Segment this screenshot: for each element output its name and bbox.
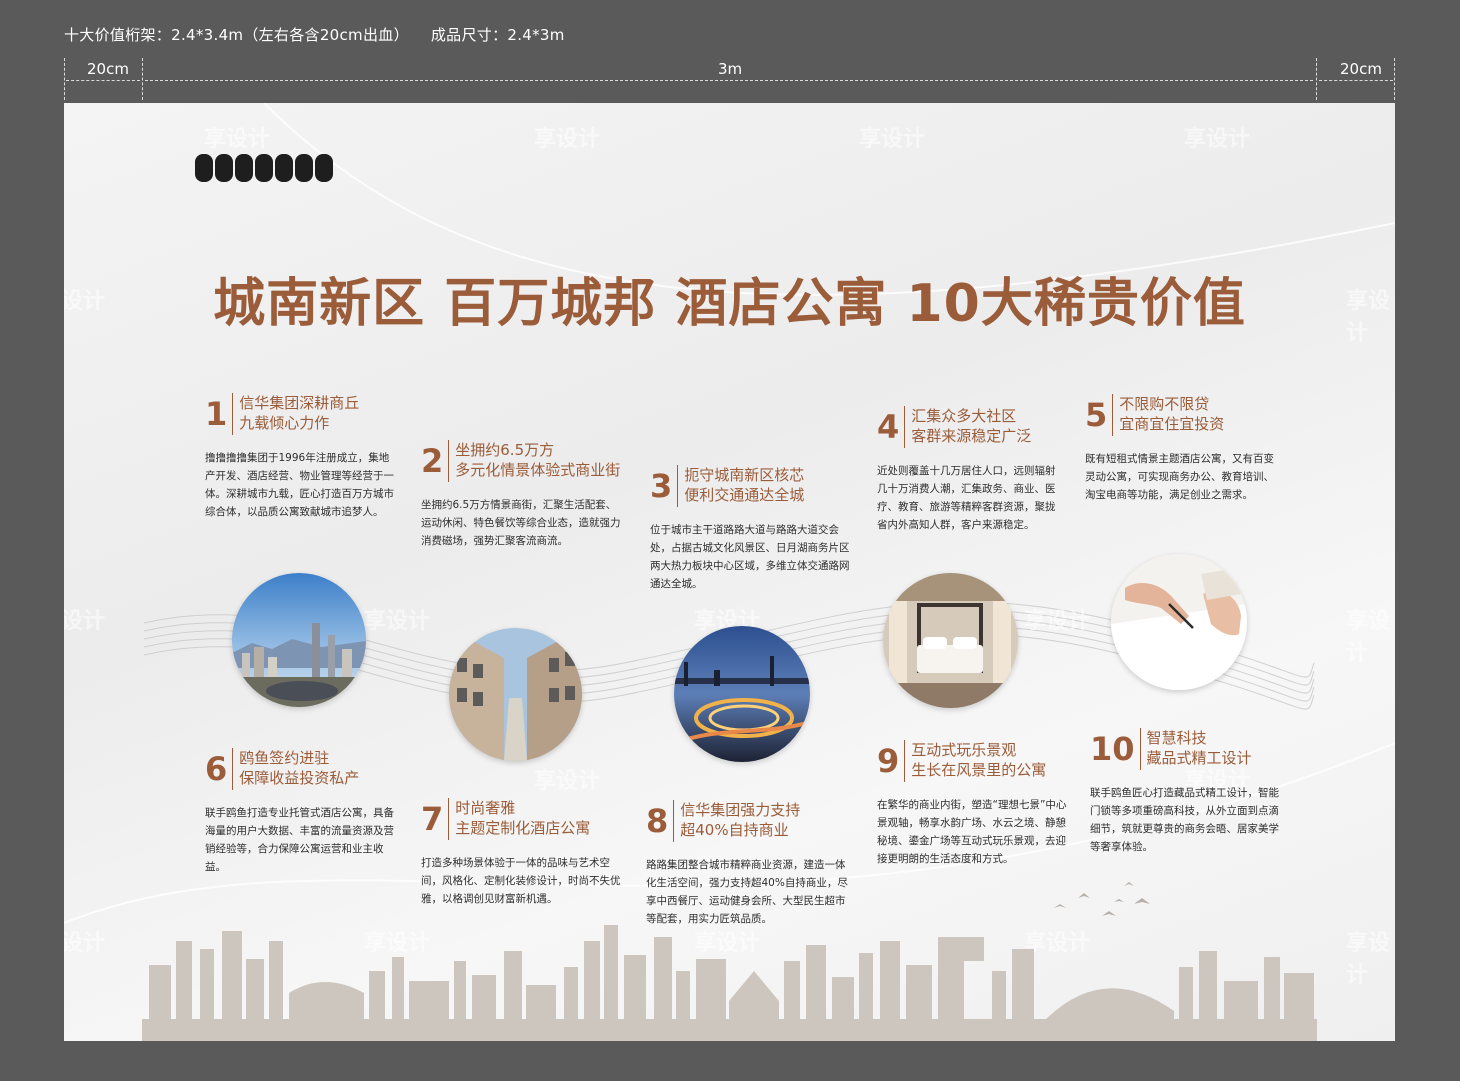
item-title-1: 扼守城南新区核芯 — [684, 466, 805, 484]
item-number: 9 — [877, 740, 906, 782]
item-title-1: 互动式玩乐景观 — [911, 741, 1017, 759]
item-number: 1 — [205, 393, 234, 435]
item-number: 4 — [877, 406, 906, 448]
skyline-silhouette — [142, 925, 1317, 1041]
item-text: 打造多种场景体验于一体的品味与艺术空间，风格化、定制化装修设计，时尚不失优雅，以… — [421, 857, 621, 905]
value-item-2: 2 坐拥约6.5万方多元化情景体验式商业街 坐拥约6.5万方情景商街，汇聚生活配… — [421, 440, 626, 550]
watermark: 享设计 — [1184, 127, 1251, 152]
logo-placeholder — [195, 154, 333, 182]
dim-label-center: 3m — [718, 60, 743, 78]
dim-line-right — [1319, 80, 1393, 81]
item-title-1: 坐拥约6.5万方 — [455, 441, 555, 459]
watermark: 享设计 — [1346, 609, 1391, 666]
watermark: 享设计 — [534, 769, 601, 794]
trim-marker-left — [142, 58, 143, 100]
finished-size-text: 成品尺寸：2.4*3m — [430, 26, 565, 44]
dim-line-left — [66, 80, 140, 81]
item-number: 2 — [421, 440, 450, 482]
signing-document-photo — [1111, 554, 1247, 690]
item-title-2: 保障收益投资私产 — [239, 769, 360, 787]
dim-line-center — [145, 80, 1313, 81]
value-item-9: 9 互动式玩乐景观生长在风景里的公寓 在繁华的商业内街，塑造“理想七景”中心景观… — [877, 740, 1067, 868]
value-item-4: 4 汇集众多大社区 客群来源稳定广泛 近处则覆盖十几万居住人口，远则辐射几十万消费… — [877, 406, 1057, 534]
item-text: 既有短租式情景主题酒店公寓，又有百变灵动公寓，可实现商务办公、教育培训、淘宝电商… — [1085, 453, 1274, 501]
item-title-2: 客群来源稳定广泛 — [911, 427, 1032, 445]
item-number: 3 — [650, 465, 679, 507]
value-item-7: 7 时尚奢雅主题定制化酒店公寓 打造多种场景体验于一体的品味与艺术空间，风格化、… — [421, 798, 621, 908]
item-title-2: 便利交通通达全城 — [684, 486, 805, 504]
item-title-2: 超40%自持商业 — [680, 821, 789, 839]
item-title-1: 信华集团强力支持 — [680, 801, 801, 819]
watermark: 享设计 — [534, 127, 601, 152]
item-text: 坐拥约6.5万方情景商街，汇聚生活配套、运动休闲、特色餐饮等综合业态，造就强力消… — [421, 499, 621, 547]
watermark: 享设计 — [859, 127, 926, 152]
bleed-marker-left — [64, 58, 65, 100]
item-number: 6 — [205, 748, 234, 790]
frame-size-text: 十大价值桁架：2.4*3.4m（左右各含20cm出血） — [64, 26, 409, 44]
dim-label-right: 20cm — [1340, 60, 1382, 78]
item-text: 撸撸撸撸集团于1996年注册成立，集地产开发、酒店经营、物业管理等经营于一体。深… — [205, 452, 394, 518]
hotel-bedroom-photo — [883, 573, 1018, 708]
item-text: 在繁华的商业内街，塑造“理想七景”中心景观轴，畅享水韵广场、水云之境、静憩秘境、… — [877, 799, 1067, 865]
value-item-3: 3 扼守城南新区核芯 便利交通通达全城 位于城市主干道路路大道与路路大道交会处，占… — [650, 465, 855, 593]
highway-interchange-photo — [674, 626, 810, 762]
item-title-2: 九载倾心力作 — [239, 414, 330, 432]
value-item-5: 5 不限购不限贷 宜商宜住宜投资 既有短租式情景主题酒店公寓，又有百变灵动公寓，可… — [1085, 394, 1275, 504]
item-title-2: 藏品式精工设计 — [1146, 749, 1252, 767]
spec-line: 十大价值桁架：2.4*3.4m（左右各含20cm出血） 成品尺寸：2.4*3m — [64, 24, 565, 45]
item-number: 10 — [1090, 728, 1141, 770]
watermark: 享设计 — [64, 609, 106, 634]
watermark: 享设计 — [364, 609, 431, 634]
item-text: 位于城市主干道路路大道与路路大道交会处，占据古城文化风景区、日月湖商务片区两大热… — [650, 524, 850, 590]
value-item-1: 1 信华集团深耕商丘 九载倾心力作 撸撸撸撸集团于1996年注册成立，集地产开发、… — [205, 393, 397, 521]
item-text: 近处则覆盖十几万居住人口，远则辐射几十万消费人潮，汇集政务、商业、医疗、教育、旅… — [877, 465, 1056, 531]
item-title-2: 多元化情景体验式商业街 — [455, 461, 621, 479]
item-text: 联手鸥鱼打造专业托管式酒店公寓，具备海量的用户大数据、丰富的流量资源及营销经验等… — [205, 807, 394, 873]
item-number: 8 — [646, 800, 675, 842]
item-title-1: 智慧科技 — [1146, 729, 1207, 747]
value-item-6: 6 鸥鱼签约进驻保障收益投资私产 联手鸥鱼打造专业托管式酒店公寓，具备海量的用户… — [205, 748, 397, 876]
value-item-10: 10 智慧科技藏品式精工设计 联手鸥鱼匠心打造藏品式精工设计，智能门锁等多项重磅… — [1090, 728, 1280, 856]
item-title-1: 不限购不限贷 — [1119, 395, 1210, 413]
item-title-2: 宜商宜住宜投资 — [1119, 415, 1225, 433]
watermark: 享设计 — [1024, 609, 1091, 634]
page-title: 城南新区 百万城邦 酒店公寓 10大稀贵价值 — [213, 274, 1246, 334]
dim-label-left: 20cm — [87, 60, 129, 78]
item-title-1: 时尚奢雅 — [455, 799, 516, 817]
commercial-street-photo — [449, 628, 582, 761]
item-title-2: 主题定制化酒店公寓 — [455, 819, 591, 837]
item-number: 7 — [421, 798, 450, 840]
item-title-2: 生长在风景里的公寓 — [911, 761, 1047, 779]
item-title-1: 汇集众多大社区 — [911, 407, 1017, 425]
item-text: 联手鸥鱼匠心打造藏品式精工设计，智能门锁等多项重磅高科技，从外立面到点滴细节，筑… — [1090, 787, 1279, 853]
item-title-1: 信华集团深耕商丘 — [239, 394, 360, 412]
city-skyline-photo — [232, 573, 366, 707]
display-board: 享设计 享设计 享设计 享设计 享设计 享设计 享设计 享设计 享设计 享设计 … — [64, 103, 1395, 1041]
bleed-marker-right — [1394, 58, 1395, 100]
item-title-1: 鸥鱼签约进驻 — [239, 749, 330, 767]
trim-marker-right — [1316, 58, 1317, 100]
watermark: 享设计 — [204, 127, 271, 152]
item-number: 5 — [1085, 394, 1114, 436]
